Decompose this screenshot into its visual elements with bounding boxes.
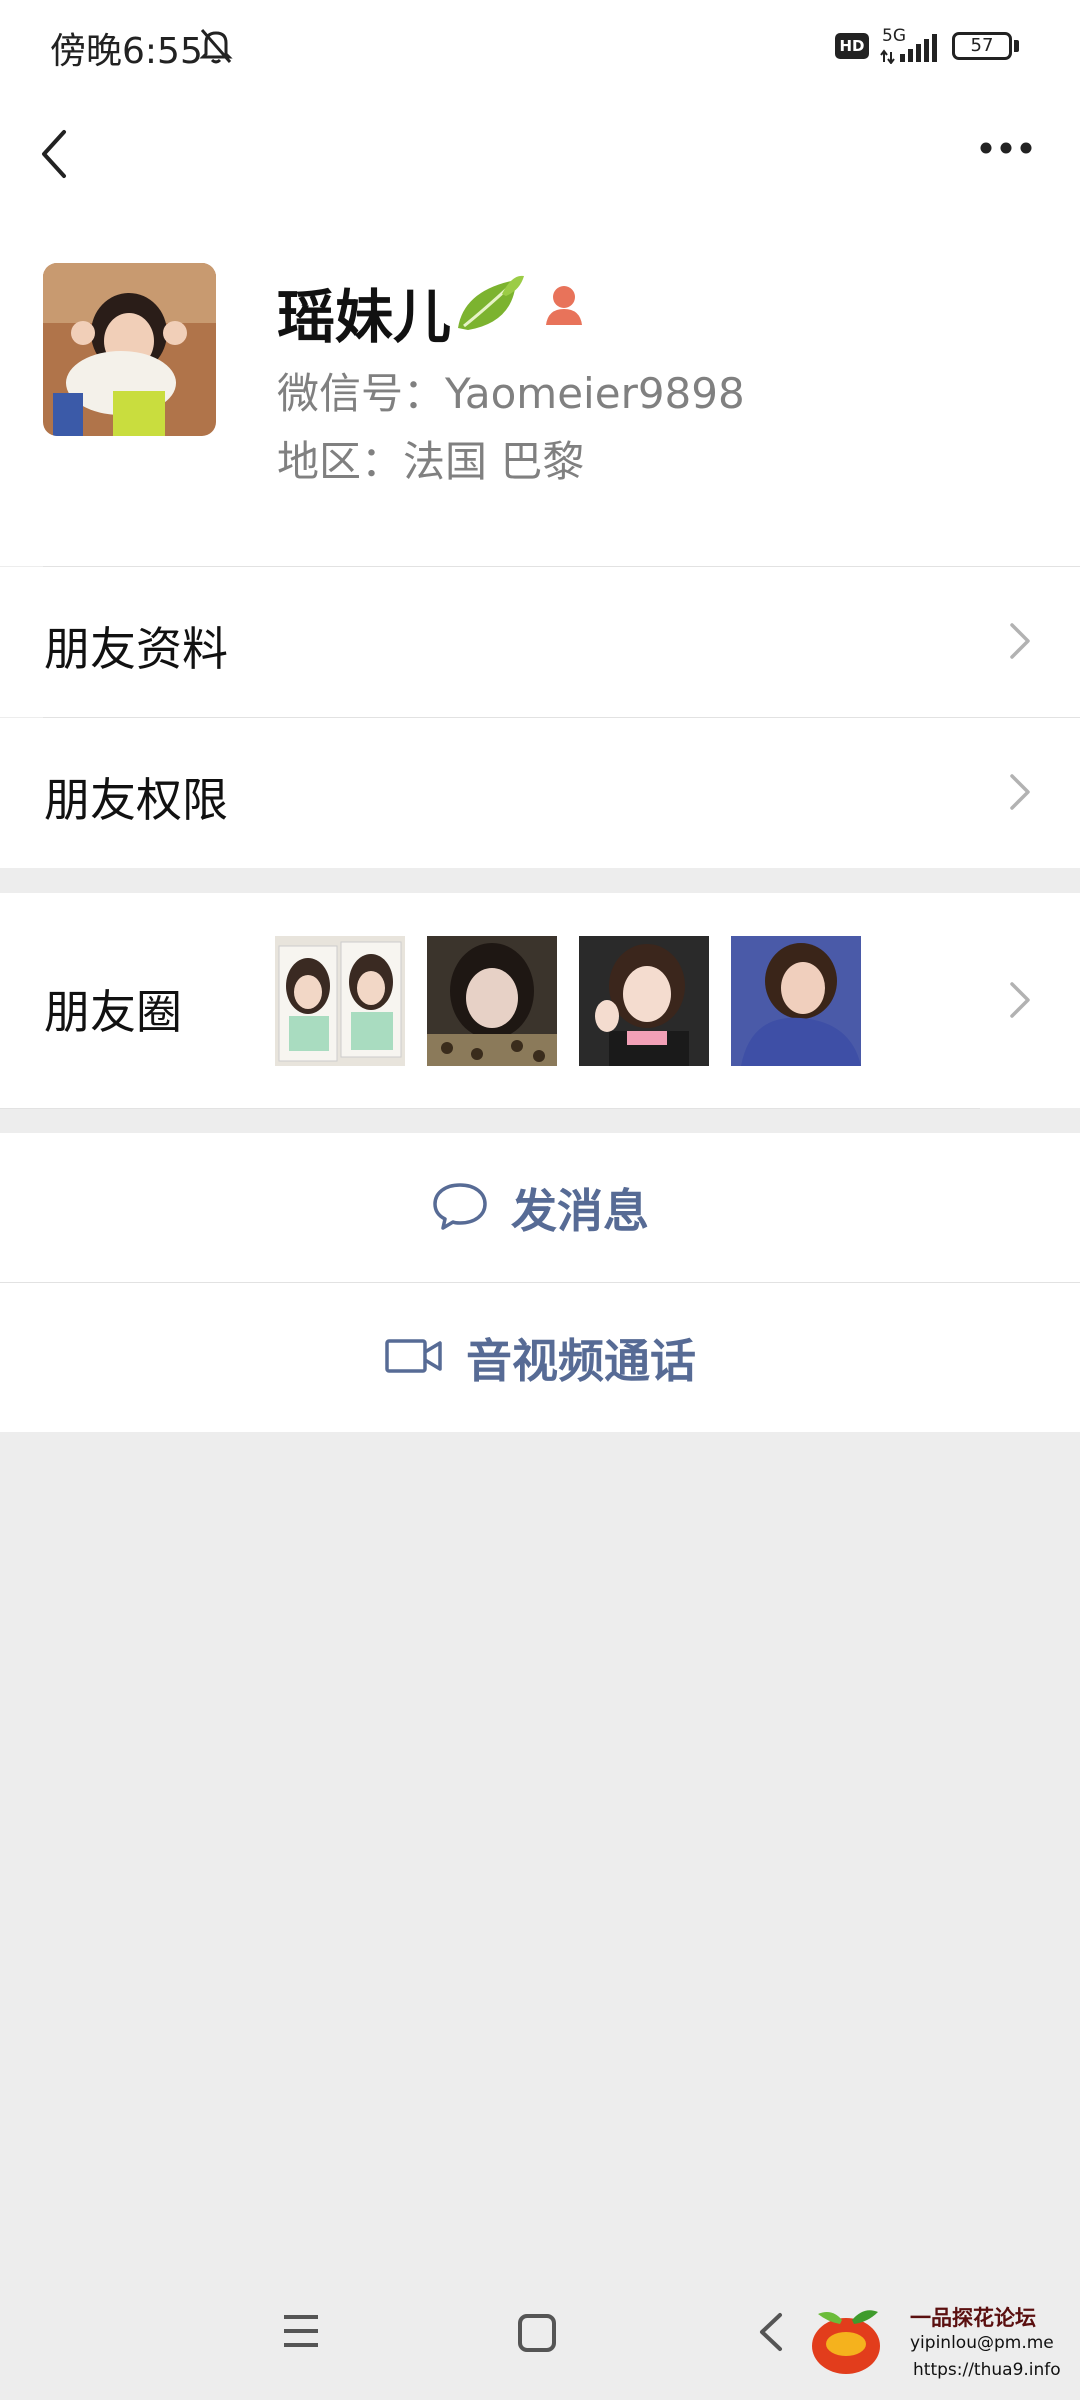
more-icon[interactable] [978,140,1034,160]
nickname: 瑶妹儿 [277,283,452,351]
signal-icon [880,30,942,68]
home-icon[interactable] [517,2313,557,2357]
row-friend-permissions[interactable]: 朋友权限 [0,718,1080,868]
nav-bar [0,96,1080,216]
row-label: 朋友资料 [44,622,228,676]
watermark-url: https://thua9.info [913,2360,1061,2380]
moments-thumbnail[interactable] [579,936,709,1066]
moments-thumbnail[interactable] [427,936,557,1066]
watermark-email: yipinlou@pm.me [910,2333,1054,2353]
send-message-button[interactable]: 发消息 [0,1133,1080,1282]
bell-off-icon [198,26,234,70]
status-time: 傍晚6:55 [50,31,203,72]
chevron-right-icon [1008,978,1032,1026]
video-camera-icon [384,1336,444,1380]
row-label: 朋友权限 [44,773,228,827]
moments-thumbnail[interactable] [275,936,405,1066]
wechat-id: 微信号：Yaomeier9898 [277,369,745,418]
watermark-title: 一品探花论坛 [910,2306,1036,2330]
leaf-icon [454,270,526,340]
chevron-right-icon [1008,619,1032,667]
hd-badge: HD [835,33,869,59]
avatar[interactable] [43,263,216,436]
chevron-right-icon [1008,770,1032,818]
battery-tip [1014,40,1019,52]
region: 地区：法国 巴黎 [277,437,585,486]
moments-thumbnail[interactable] [731,936,861,1066]
send-message-label: 发消息 [511,1183,649,1238]
gender-icon [542,283,586,331]
battery-icon: 57 [952,32,1012,60]
video-call-button[interactable]: 音视频通话 [0,1283,1080,1432]
row-label: 朋友圈 [44,985,182,1039]
divider [0,1108,980,1109]
video-call-label: 音视频通话 [466,1333,696,1388]
row-friend-profile[interactable]: 朋友资料 [0,567,1080,717]
chat-bubble-icon [431,1180,489,1236]
watermark-logo [806,2304,884,2380]
back-nav-icon[interactable] [756,2311,786,2357]
back-icon[interactable] [36,126,72,186]
menu-icon[interactable] [282,2313,320,2353]
